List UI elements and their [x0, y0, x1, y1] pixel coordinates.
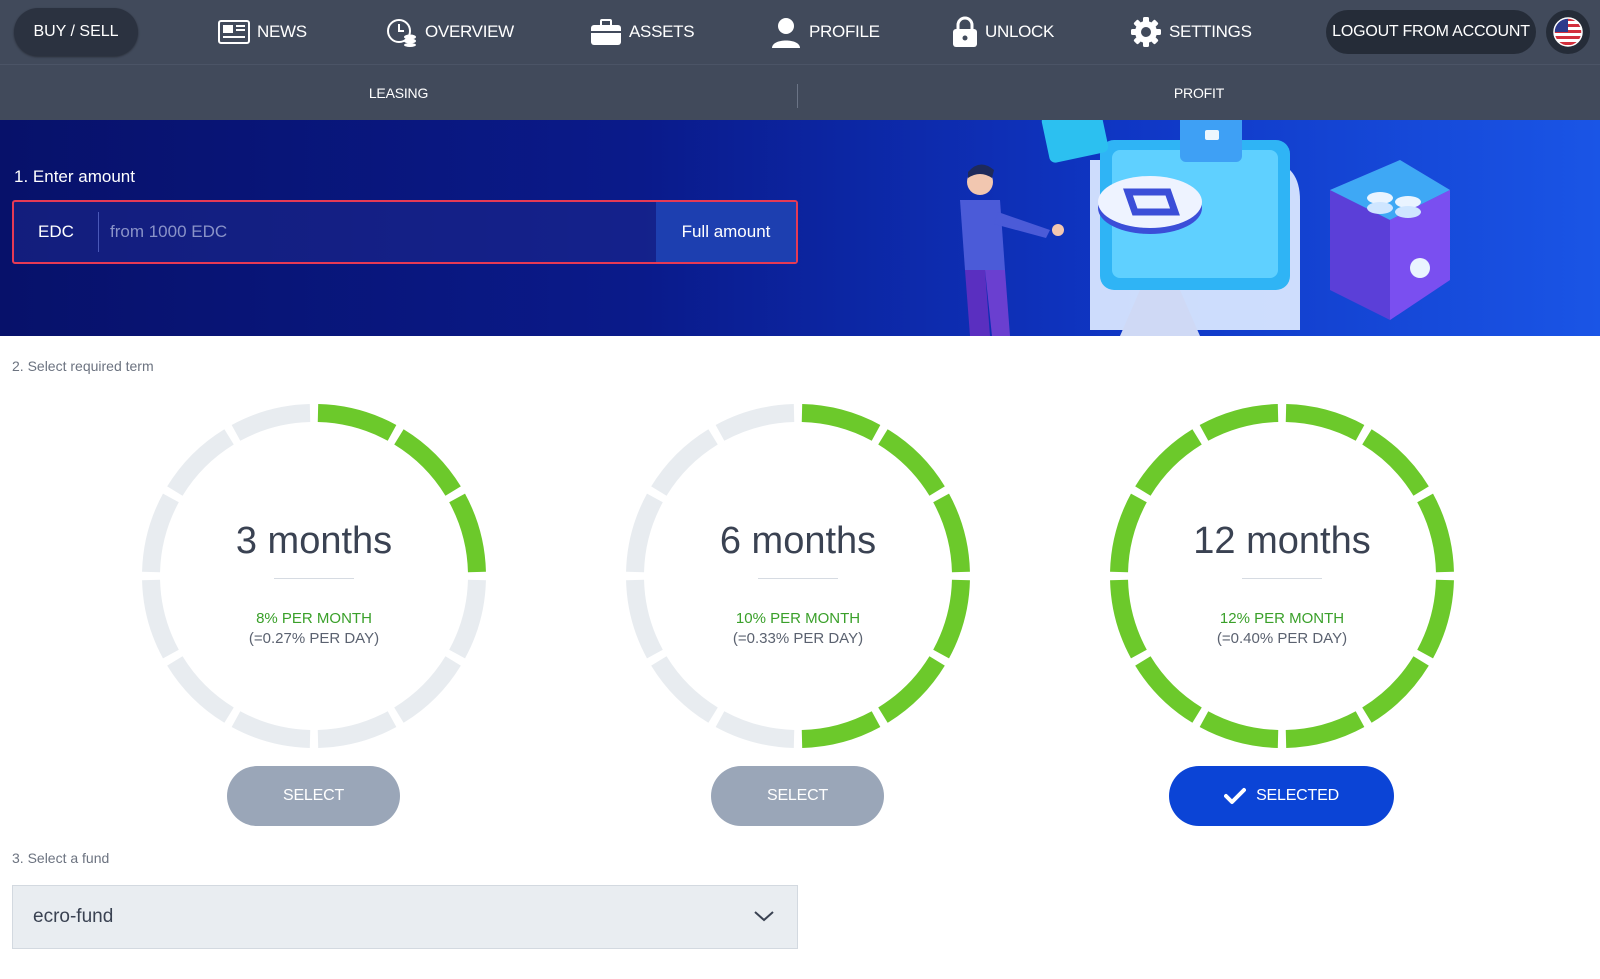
full-amount-button[interactable]: Full amount — [656, 202, 796, 262]
tab-profit[interactable]: PROFIT — [798, 65, 1600, 121]
selected-12-months-button[interactable]: SELECTED — [1169, 766, 1394, 826]
nav-overview[interactable]: OVERVIEW — [386, 14, 514, 50]
term-daily-rate: (=0.40% PER DAY) — [1216, 630, 1348, 647]
newspaper-icon — [218, 20, 250, 44]
buy-sell-button[interactable]: BUY / SELL — [14, 8, 138, 56]
term-info: 3 months 8% PER MONTH (=0.27% PER DAY) — [142, 404, 486, 748]
step-3-label: 3. Select a fund — [12, 850, 110, 866]
amount-input[interactable] — [110, 212, 650, 252]
term-daily-rate: (=0.27% PER DAY) — [248, 630, 380, 647]
logout-button[interactable]: LOGOUT FROM ACCOUNT — [1326, 10, 1536, 54]
term-title: 6 months — [719, 520, 877, 562]
top-navigation-bar: BUY / SELL NEWS OVERVIEW ASSETS PROFILE … — [0, 0, 1600, 64]
term-info: 6 months 10% PER MONTH (=0.33% PER DAY) — [626, 404, 970, 748]
term-monthly-rate: 12% PER MONTH — [1219, 610, 1345, 627]
briefcase-icon — [591, 19, 621, 45]
user-icon — [772, 18, 800, 48]
selected-label: SELECTED — [1256, 787, 1339, 804]
nav-overview-label: OVERVIEW — [425, 22, 514, 41]
nav-profile-label: PROFILE — [809, 22, 880, 41]
step-2-label: 2. Select required term — [12, 358, 154, 374]
nav-settings[interactable]: SETTINGS — [1130, 14, 1252, 50]
subnav-divider — [797, 84, 798, 108]
amount-input-group: EDC Full amount — [12, 200, 798, 264]
term-divider — [758, 578, 838, 579]
nav-unlock-label: UNLOCK — [985, 22, 1055, 41]
nav-unlock[interactable]: UNLOCK — [952, 14, 1054, 50]
chevron-down-icon — [754, 911, 774, 922]
step-1-label: 1. Enter amount — [14, 167, 135, 186]
term-info: 12 months 12% PER MONTH (=0.40% PER DAY) — [1110, 404, 1454, 748]
gear-icon — [1131, 17, 1161, 47]
nav-assets[interactable]: ASSETS — [590, 14, 695, 50]
nav-profile[interactable]: PROFILE — [770, 14, 880, 50]
us-flag-icon — [1553, 17, 1583, 47]
term-divider — [1242, 578, 1322, 579]
term-card-6-months[interactable]: 6 months 10% PER MONTH (=0.33% PER DAY) — [626, 404, 970, 748]
clock-coins-icon — [387, 19, 416, 47]
nav-news-label: NEWS — [257, 22, 307, 41]
nav-assets-label: ASSETS — [629, 22, 695, 41]
language-selector[interactable] — [1546, 10, 1590, 54]
term-card-3-months[interactable]: 3 months 8% PER MONTH (=0.27% PER DAY) — [142, 404, 486, 748]
term-monthly-rate: 10% PER MONTH — [735, 610, 861, 627]
select-6-months-button[interactable]: SELECT — [711, 766, 884, 826]
nav-news[interactable]: NEWS — [218, 14, 307, 50]
nav-settings-label: SETTINGS — [1169, 22, 1252, 41]
term-title: 3 months — [235, 520, 393, 562]
fund-select-value: ecro-fund — [33, 906, 114, 927]
term-title: 12 months — [1193, 520, 1371, 562]
fund-select[interactable]: ecro-fund — [12, 885, 798, 949]
term-card-12-months[interactable]: 12 months 12% PER MONTH (=0.40% PER DAY) — [1110, 404, 1454, 748]
tab-leasing[interactable]: LEASING — [0, 65, 797, 121]
currency-divider — [98, 212, 99, 252]
select-3-months-button[interactable]: SELECT — [227, 766, 400, 826]
lock-icon — [953, 16, 977, 47]
currency-label: EDC — [38, 222, 74, 241]
term-divider — [274, 578, 354, 579]
checkmark-icon — [1224, 788, 1247, 804]
term-daily-rate: (=0.33% PER DAY) — [732, 630, 864, 647]
term-monthly-rate: 8% PER MONTH — [256, 610, 372, 627]
sub-navigation-bar: LEASING PROFIT — [0, 64, 1600, 120]
